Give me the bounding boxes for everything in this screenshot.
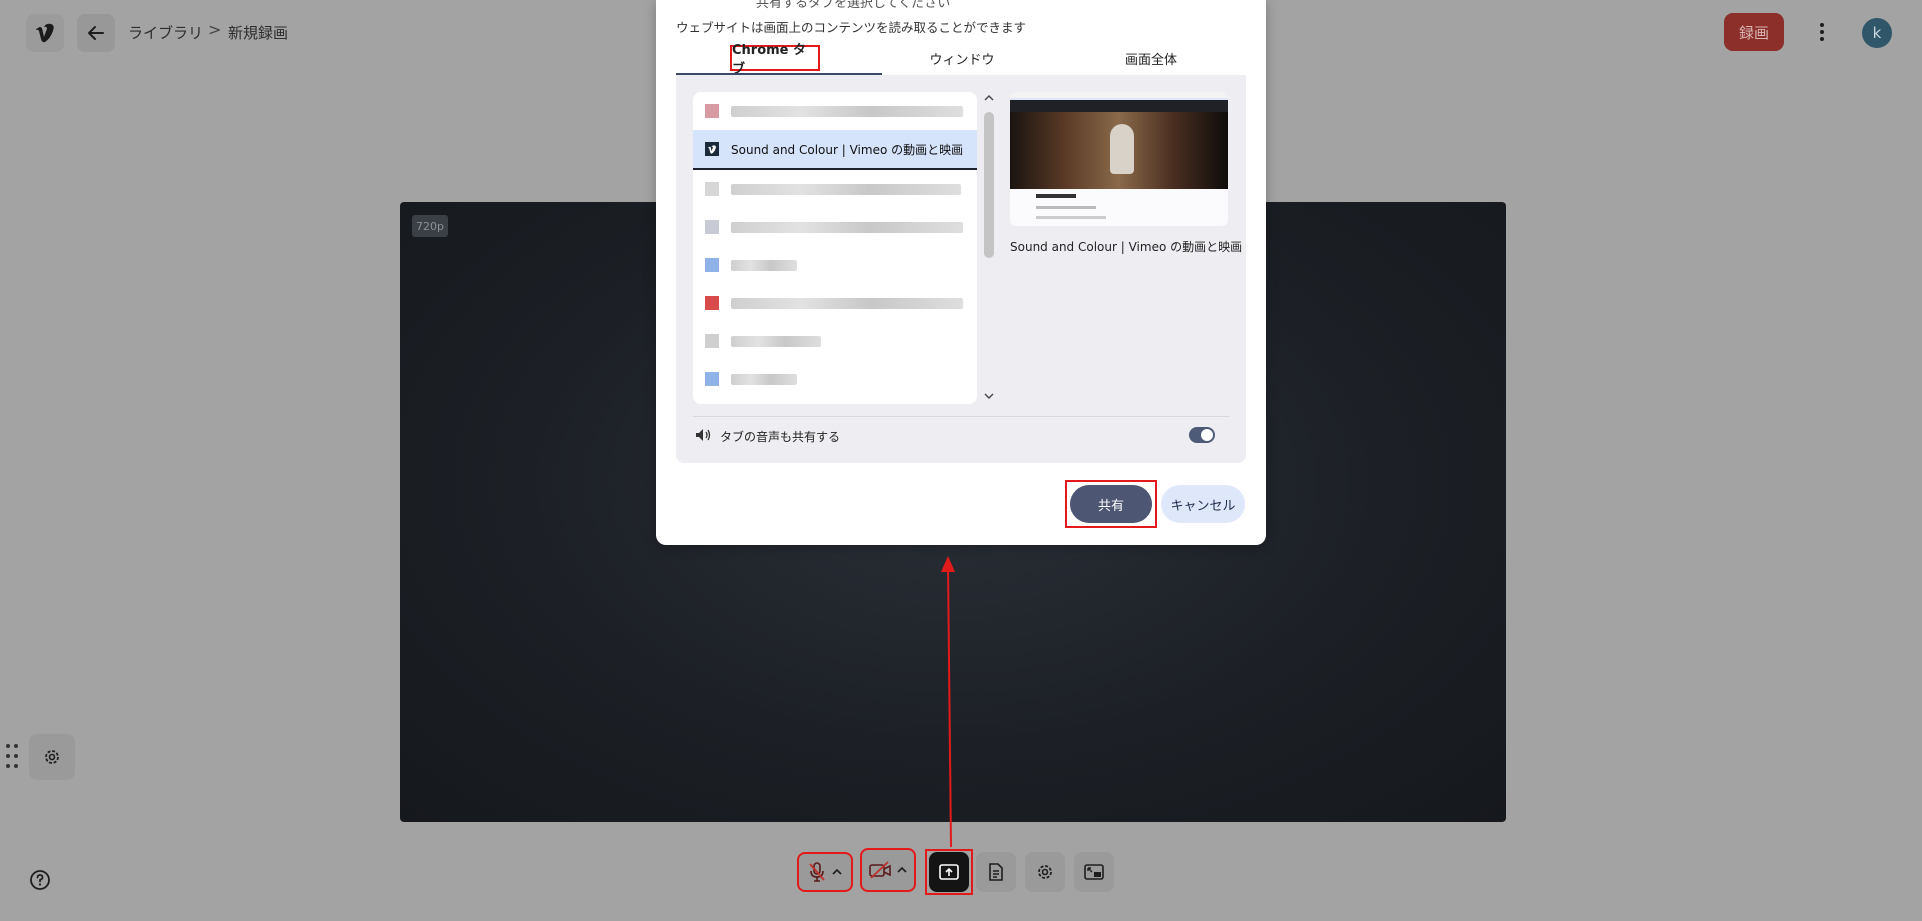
vimeo-logo[interactable] [26, 14, 64, 52]
list-item[interactable] [693, 246, 977, 284]
help-icon [30, 870, 50, 890]
cancel-button[interactable]: キャンセル [1161, 485, 1245, 523]
camera-off-icon [869, 861, 891, 879]
list-item[interactable] [693, 284, 977, 322]
list-item[interactable] [693, 92, 977, 132]
share-audio-label: タブの音声も共有する [720, 430, 841, 444]
list-item[interactable] [693, 322, 977, 360]
favicon-icon [705, 182, 719, 196]
blurred-tab-title [731, 335, 821, 347]
tab-picker-panel: Sound and Colour | Vimeo の動画と映画 Sound an… [676, 75, 1246, 463]
breadcrumb-current: 新規録画 [228, 24, 289, 42]
scrollbar-thumb[interactable] [984, 112, 994, 258]
more-options-icon[interactable] [1812, 16, 1832, 48]
share-audio-toggle[interactable] [1189, 427, 1215, 443]
blurred-tab-title [731, 297, 963, 309]
dialog-subtitle: ウェブサイトは画面上のコンテンツを読み取ることができます [676, 20, 1027, 35]
list-item[interactable] [693, 208, 977, 246]
tab-preview-thumbnail [1010, 92, 1228, 226]
gear-icon [45, 750, 59, 764]
drag-handle-icon[interactable] [6, 744, 18, 770]
picture-in-picture-button[interactable] [1074, 852, 1114, 892]
list-item-title: Sound and Colour | Vimeo の動画と映画 [731, 142, 964, 157]
vimeo-logo-icon [36, 23, 54, 43]
favicon-icon [705, 220, 719, 234]
share-screen-button[interactable] [929, 852, 969, 892]
resolution-badge[interactable]: 720p [412, 215, 448, 237]
camera-toggle-button[interactable] [860, 848, 916, 892]
scroll-up-icon[interactable] [984, 94, 994, 102]
help-button[interactable] [28, 868, 52, 892]
record-button[interactable]: 録画 [1724, 13, 1784, 51]
speaker-icon [696, 429, 711, 441]
microphone-toggle-button[interactable] [797, 852, 853, 892]
preview-caption: Sound and Colour | Vimeo の動画と映画 [1010, 240, 1243, 254]
share-button[interactable]: 共有 [1070, 485, 1152, 523]
chevron-up-icon[interactable] [831, 867, 843, 877]
chevron-up-icon[interactable] [896, 865, 908, 875]
favicon-icon [705, 296, 719, 310]
favicon-icon [705, 104, 719, 118]
list-item[interactable] [693, 360, 977, 398]
list-item-selected[interactable]: Sound and Colour | Vimeo の動画と映画 [693, 130, 977, 170]
tab-list-scrollbar[interactable] [982, 92, 996, 404]
breadcrumb-library[interactable]: ライブラリ [128, 22, 203, 43]
favicon-icon [705, 372, 719, 386]
favicon-icon [705, 258, 719, 272]
gear-icon [1038, 865, 1052, 879]
arrow-left-icon [88, 26, 104, 40]
tab-entire-screen[interactable]: 画面全体 [1066, 42, 1236, 74]
dialog-title: 共有するタブを選択してください [756, 0, 951, 11]
tab-list[interactable]: Sound and Colour | Vimeo の動画と映画 [693, 92, 977, 404]
blurred-tab-title [731, 221, 963, 233]
avatar[interactable]: k [1862, 18, 1892, 48]
scroll-down-icon[interactable] [984, 392, 994, 400]
settings-button[interactable] [1025, 852, 1065, 892]
document-icon [989, 863, 1003, 881]
microphone-off-icon [809, 862, 825, 882]
blurred-tab-title [731, 259, 797, 271]
vimeo-favicon-icon [705, 142, 719, 156]
panel-divider [693, 416, 1229, 417]
source-tabs: Chrome タブ ウィンドウ 画面全体 [676, 42, 1236, 77]
share-dialog: 共有するタブを選択してください ウェブサイトは画面上のコンテンツを読み取ることが… [656, 0, 1266, 545]
back-button[interactable] [77, 14, 115, 52]
favicon-icon [705, 334, 719, 348]
side-settings-button[interactable] [29, 734, 75, 780]
breadcrumb-separator: > [208, 20, 222, 39]
blurred-tab-title [731, 105, 963, 117]
tab-window[interactable]: ウィンドウ [882, 42, 1042, 74]
blurred-tab-title [731, 183, 961, 195]
share-screen-icon [939, 864, 959, 880]
toggle-knob [1201, 429, 1213, 441]
notes-button[interactable] [976, 852, 1016, 892]
picture-in-picture-icon [1084, 864, 1104, 880]
tab-chrome-tab[interactable]: Chrome タブ [730, 43, 820, 77]
blurred-tab-title [731, 373, 797, 385]
list-item[interactable] [693, 170, 977, 208]
